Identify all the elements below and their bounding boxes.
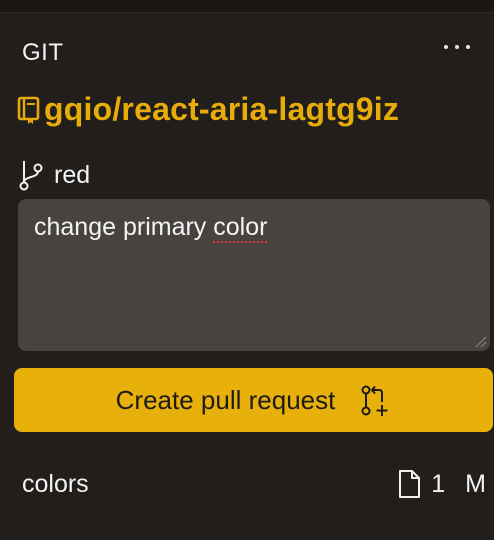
git-pull-request-create-icon xyxy=(361,385,388,416)
git-branch-icon xyxy=(19,161,43,191)
commit-message-misspelled-word: color xyxy=(213,213,268,241)
repo-book-icon xyxy=(17,96,40,124)
resize-grip-icon[interactable] xyxy=(475,336,487,348)
change-status-badge: M xyxy=(465,469,486,498)
create-pull-request-button[interactable]: Create pull request xyxy=(14,368,493,432)
changed-file-count: 1 xyxy=(431,469,446,498)
changed-folder-row[interactable]: colors 1 M xyxy=(22,469,486,499)
change-summary: 1 M xyxy=(397,469,486,499)
repo-link[interactable]: gqio/react-aria-lagtg9iz xyxy=(16,91,399,128)
more-options-button[interactable] xyxy=(444,40,470,54)
commit-message-text: change primary xyxy=(34,213,214,241)
create-pull-request-label: Create pull request xyxy=(115,384,336,415)
repo-name: gqio/react-aria-lagtg9iz xyxy=(44,91,400,127)
changed-folder-name: colors xyxy=(22,469,89,498)
more-horizontal-icon xyxy=(444,45,448,49)
git-panel: GIT gqio/react-aria-lagtg9iz red change … xyxy=(0,13,494,540)
top-strip xyxy=(0,0,494,13)
branch-selector[interactable]: red xyxy=(18,159,90,191)
commit-message-input[interactable]: change primary color xyxy=(18,199,490,351)
branch-name: red xyxy=(54,160,91,189)
file-icon xyxy=(399,470,421,498)
panel-title: GIT xyxy=(22,39,64,66)
